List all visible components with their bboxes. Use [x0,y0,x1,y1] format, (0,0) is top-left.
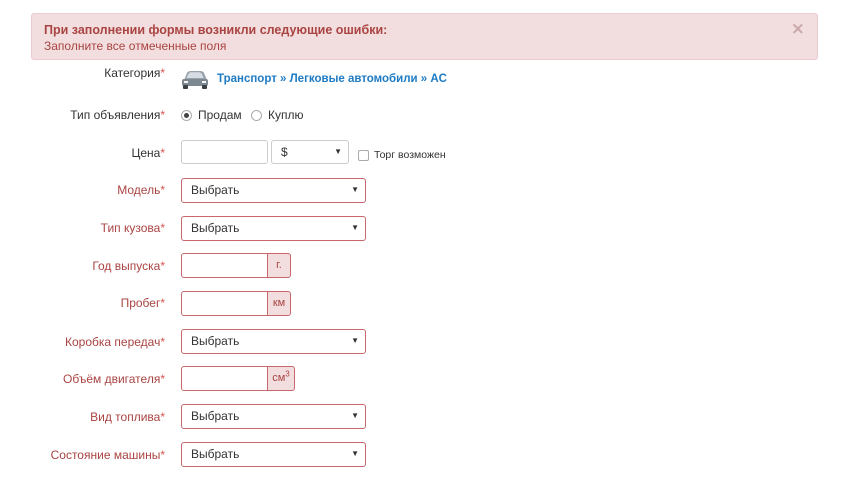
chevron-down-icon: ▼ [351,223,359,232]
ad-type-label: Тип объявления* [70,108,165,122]
year-label: Год выпуска* [92,259,165,273]
error-alert: При заполнении формы возникли следующие … [31,13,818,60]
year-unit: г. [268,253,291,278]
car-icon [182,71,208,89]
alert-message: Заполните все отмеченные поля [44,39,227,53]
close-icon[interactable]: × [791,18,805,40]
fuel-select[interactable]: Выбрать ▼ [181,404,366,429]
transmission-label: Коробка передач* [65,335,165,349]
mileage-input[interactable] [181,291,268,316]
category-breadcrumb[interactable]: Транспорт » Легковые автомобили » AC [217,71,447,87]
engine-volume-input[interactable] [181,366,268,391]
negotiable-label[interactable]: Торг возможен [374,148,446,162]
body-type-select[interactable]: Выбрать ▼ [181,216,366,241]
transmission-select[interactable]: Выбрать ▼ [181,329,366,354]
currency-value: $ [281,145,288,159]
engine-volume-label: Объём двигателя* [63,372,165,386]
price-label: Цена* [131,146,165,160]
model-label: Модель* [117,183,165,197]
radio-sell-label[interactable]: Продам [198,107,242,123]
chevron-down-icon: ▼ [351,411,359,420]
chevron-down-icon: ▼ [351,185,359,194]
chevron-down-icon: ▼ [351,336,359,345]
radio-buy-label[interactable]: Куплю [268,107,304,123]
radio-sell[interactable] [181,110,192,121]
fuel-label: Вид топлива* [90,410,165,424]
chevron-down-icon: ▼ [351,449,359,458]
radio-buy[interactable] [251,110,262,121]
condition-label: Состояние машины* [50,448,165,462]
engine-volume-unit: см3 [268,366,295,391]
mileage-label: Пробег* [120,296,165,310]
chevron-down-icon: ▼ [334,147,342,156]
year-input[interactable] [181,253,268,278]
negotiable-checkbox[interactable] [358,150,369,161]
category-label: Категория* [104,66,165,80]
mileage-unit: км [268,291,291,316]
alert-title: При заполнении формы возникли следующие … [44,23,388,37]
price-input[interactable] [181,140,268,164]
body-type-label: Тип кузова* [100,221,165,235]
currency-select[interactable]: $ ▼ [271,140,349,164]
model-select[interactable]: Выбрать ▼ [181,178,366,203]
condition-select[interactable]: Выбрать ▼ [181,442,366,467]
